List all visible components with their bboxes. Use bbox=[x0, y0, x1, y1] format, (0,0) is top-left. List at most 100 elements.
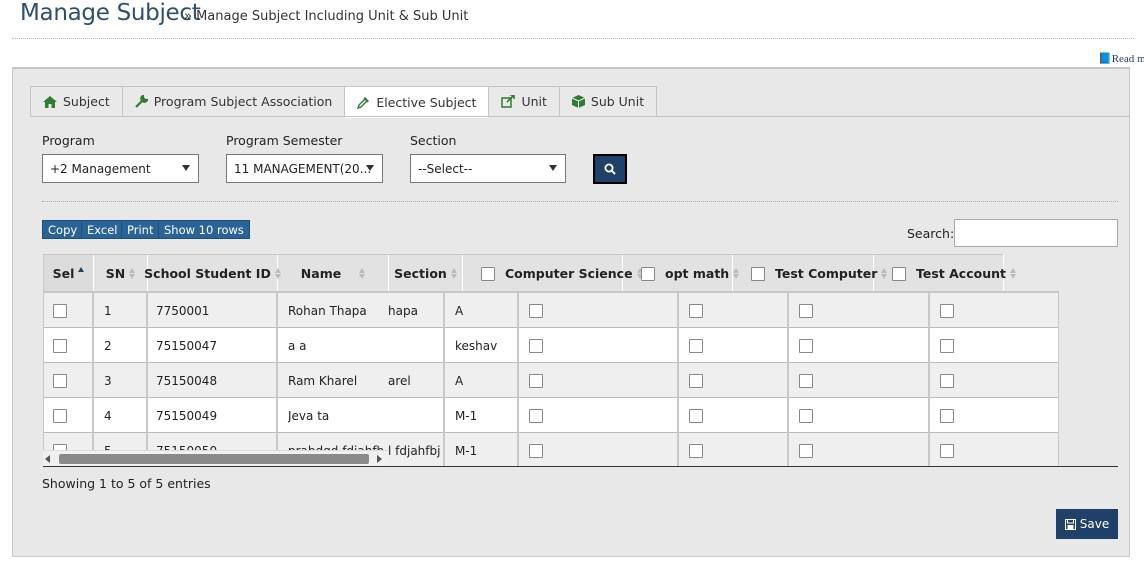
section-select[interactable]: --Select-- bbox=[410, 154, 566, 183]
col-header-student-id[interactable]: School Student ID bbox=[144, 255, 281, 292]
cell-name: Rohan Thapa hapa bbox=[278, 293, 445, 328]
sort-icon bbox=[450, 268, 457, 279]
sort-asc-icon bbox=[78, 266, 85, 273]
col-header-name[interactable]: Name bbox=[278, 255, 389, 292]
student-name-overflow: arel bbox=[388, 373, 411, 388]
show-rows-button[interactable]: Show 10 rows bbox=[158, 220, 250, 239]
cell-section: M-1 bbox=[445, 433, 519, 466]
subject-2-checkbox[interactable] bbox=[689, 408, 703, 423]
tab-unit[interactable]: Unit bbox=[488, 86, 559, 117]
cell-sn: 4 bbox=[94, 398, 148, 433]
cell-section-value: M-1 bbox=[455, 443, 478, 458]
scroll-right-icon[interactable] bbox=[377, 455, 382, 463]
cell-student-id-value: 75150048 bbox=[156, 373, 218, 388]
cell-sn-value: 3 bbox=[104, 373, 112, 388]
subject-2-checkbox[interactable] bbox=[689, 303, 703, 318]
row-select-checkbox[interactable] bbox=[53, 303, 67, 318]
print-button[interactable]: Print bbox=[121, 220, 160, 239]
col-header-sel[interactable]: Sel bbox=[44, 255, 94, 292]
cell-section-value: A bbox=[455, 373, 464, 388]
read-more-link[interactable]: 📘Read m bbox=[1098, 52, 1144, 65]
subject-4-checkbox-cell bbox=[930, 363, 1059, 398]
subject-3-checkbox[interactable] bbox=[799, 443, 813, 458]
student-name: Ram Kharel bbox=[288, 373, 358, 388]
subject-4-checkbox[interactable] bbox=[940, 443, 954, 458]
semester-label: Program Semester bbox=[226, 133, 343, 148]
search-button[interactable] bbox=[593, 154, 627, 184]
tab-program-subject-association[interactable]: Program Subject Association bbox=[121, 86, 345, 117]
sort-icon bbox=[359, 268, 366, 279]
cell-sn-value: 2 bbox=[104, 338, 112, 353]
chevron-down-icon bbox=[549, 165, 557, 171]
subject-4-checkbox[interactable] bbox=[940, 373, 954, 388]
subject-3-checkbox-cell bbox=[789, 398, 930, 433]
subject-1-checkbox-cell bbox=[519, 398, 679, 433]
scrollbar-thumb[interactable] bbox=[59, 454, 369, 464]
col-header-subject-1[interactable]: Computer Science bbox=[463, 255, 643, 292]
subject-3-checkbox[interactable] bbox=[799, 303, 813, 318]
subject-1-select-all-checkbox[interactable] bbox=[481, 266, 495, 281]
cell-name: Jeva ta bbox=[278, 398, 445, 433]
external-link-icon bbox=[501, 95, 516, 108]
copy-button[interactable]: Copy bbox=[42, 220, 84, 239]
row-select-checkbox[interactable] bbox=[53, 373, 67, 388]
tab-elective-subject[interactable]: Elective Subject bbox=[344, 86, 489, 118]
subject-4-checkbox[interactable] bbox=[940, 338, 954, 353]
subject-3-select-all-checkbox[interactable] bbox=[751, 266, 765, 281]
subject-2-select-all-checkbox[interactable] bbox=[641, 266, 655, 281]
row-select-checkbox[interactable] bbox=[53, 408, 67, 423]
horizontal-scrollbar[interactable] bbox=[43, 450, 388, 466]
subject-4-select-all-checkbox[interactable] bbox=[892, 266, 906, 281]
col-header-subject-2[interactable]: opt math bbox=[623, 255, 740, 292]
col-header-subject-4[interactable]: Test Account bbox=[874, 255, 1016, 292]
table-row: 1 7750001 Rohan Thapa hapa A bbox=[44, 293, 1059, 328]
subject-1-checkbox[interactable] bbox=[529, 338, 543, 353]
cell-section: keshav bbox=[445, 328, 519, 363]
cell-student-id: 75150049 bbox=[148, 398, 278, 433]
tab-bar: Subject Program Subject Association Elec… bbox=[30, 86, 658, 118]
subject-3-checkbox[interactable] bbox=[799, 338, 813, 353]
page-subtitle: » Manage Subject Including Unit & Sub Un… bbox=[184, 9, 469, 24]
subject-2-checkbox[interactable] bbox=[689, 443, 703, 458]
subject-3-checkbox-cell bbox=[789, 328, 930, 363]
student-name-overflow: l fdjahfbj bbox=[388, 443, 441, 458]
row-select-checkbox[interactable] bbox=[53, 338, 67, 353]
scroll-left-icon[interactable] bbox=[45, 455, 50, 463]
subject-1-checkbox-cell bbox=[519, 363, 679, 398]
student-name: a a bbox=[288, 338, 307, 353]
table-bottom-border bbox=[43, 466, 1118, 467]
col-header-sn[interactable]: SN bbox=[94, 255, 148, 292]
cell-section-value: M-1 bbox=[455, 408, 478, 423]
tab-subject[interactable]: Subject bbox=[30, 86, 122, 117]
subject-1-checkbox[interactable] bbox=[529, 443, 543, 458]
search-input[interactable] bbox=[954, 219, 1118, 247]
subject-1-checkbox[interactable] bbox=[529, 408, 543, 423]
subject-1-checkbox[interactable] bbox=[529, 373, 543, 388]
save-button[interactable]: Save bbox=[1056, 509, 1118, 539]
subject-4-checkbox[interactable] bbox=[940, 303, 954, 318]
subject-2-checkbox[interactable] bbox=[689, 338, 703, 353]
subject-4-checkbox[interactable] bbox=[940, 408, 954, 423]
tab-sub-unit[interactable]: Sub Unit bbox=[558, 86, 658, 117]
subject-2-checkbox[interactable] bbox=[689, 373, 703, 388]
table-body: 1 7750001 Rohan Thapa hapa A 2 75150047 a a kesh… bbox=[43, 291, 1059, 466]
subject-1-checkbox[interactable] bbox=[529, 303, 543, 318]
semester-select[interactable]: 11 MANAGEMENT(20... bbox=[226, 154, 383, 183]
excel-button[interactable]: Excel bbox=[81, 220, 124, 239]
table-row: 2 75150047 a a keshav bbox=[44, 328, 1059, 363]
cell-student-id: 7750001 bbox=[148, 293, 278, 328]
tab-divider bbox=[30, 116, 1130, 117]
cell-student-id-value: 75150049 bbox=[156, 408, 218, 423]
subject-2-checkbox-cell bbox=[679, 328, 789, 363]
subject-1-checkbox-cell bbox=[519, 293, 679, 328]
col-header-subject-3[interactable]: Test Computer bbox=[733, 255, 888, 292]
header-divider bbox=[12, 38, 1134, 39]
col-header-section[interactable]: Section bbox=[389, 255, 463, 292]
cell-section-value: A bbox=[455, 303, 464, 318]
subject-3-checkbox[interactable] bbox=[799, 373, 813, 388]
program-select[interactable]: +2 Management bbox=[42, 154, 199, 183]
subject-3-checkbox[interactable] bbox=[799, 408, 813, 423]
table-row: 4 75150049 Jeva ta M-1 bbox=[44, 398, 1059, 433]
floppy-disk-icon bbox=[1064, 518, 1076, 530]
search-icon bbox=[604, 163, 616, 175]
